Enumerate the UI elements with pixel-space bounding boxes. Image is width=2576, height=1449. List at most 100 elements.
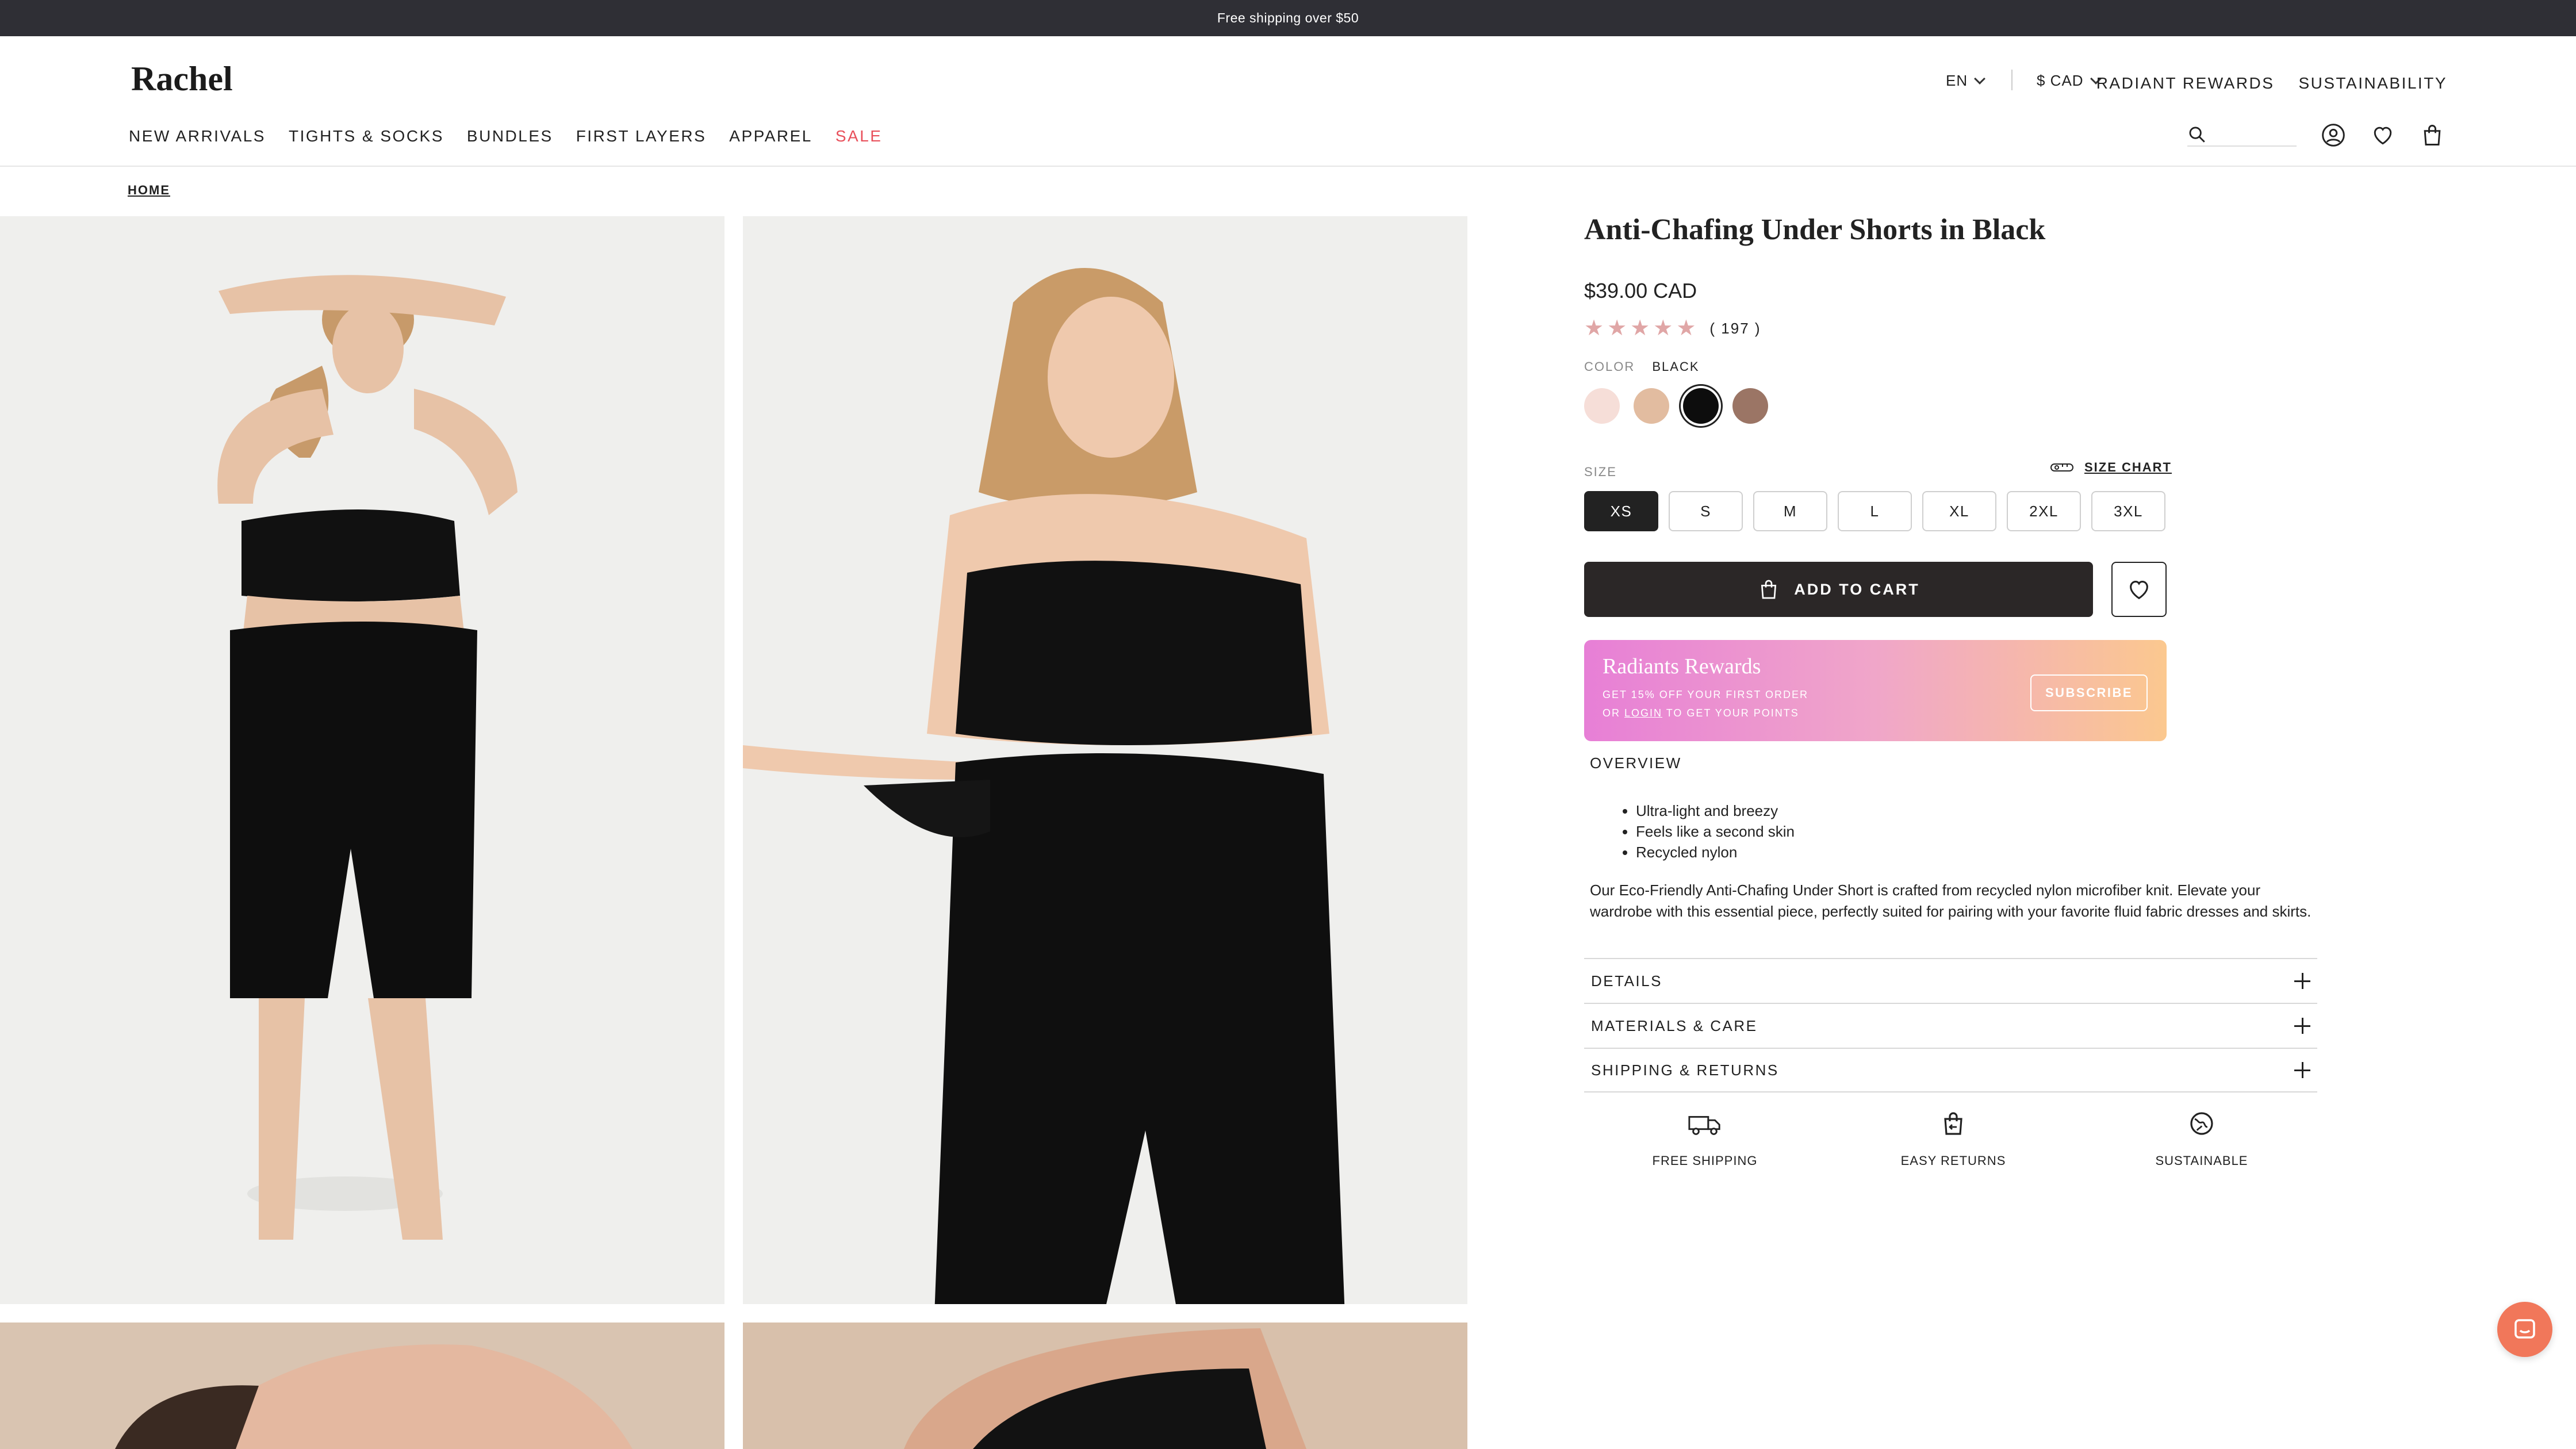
product-image-lifestyle-2[interactable] — [743, 1322, 1467, 1449]
star-icon: ★ — [1676, 316, 1696, 340]
product-image-lifestyle-1[interactable] — [0, 1322, 724, 1449]
announcement-bar: Free shipping over $50 — [0, 0, 2576, 36]
list-item: Ultra-light and breezy — [1636, 800, 1795, 821]
lifestyle-graphic — [904, 1328, 1306, 1449]
color-row: COLOR BLACK — [1584, 359, 1700, 374]
swatch-black[interactable] — [1683, 388, 1719, 424]
bag-icon[interactable] — [2418, 121, 2446, 149]
color-swatches — [1584, 388, 1768, 424]
rewards-or: OR — [1603, 707, 1620, 719]
accordion-label: MATERIALS & CARE — [1591, 1017, 1758, 1034]
rewards-login-line: OR LOGIN TO GET YOUR POINTS — [1603, 707, 1799, 719]
rewards-banner: Radiants Rewards GET 15% OFF YOUR FIRST … — [1584, 640, 2167, 741]
rewards-offer: GET 15% OFF YOUR FIRST ORDER — [1603, 689, 1809, 700]
truck-icon — [1688, 1116, 1720, 1135]
bag-icon — [1761, 580, 1777, 599]
accordion-details[interactable]: DETAILS — [1584, 958, 2317, 1003]
plus-icon — [2294, 973, 2310, 989]
brand-logo[interactable]: Rachel — [131, 59, 233, 99]
size-s[interactable]: S — [1669, 491, 1743, 531]
feature-free-shipping: FREE SHIPPING — [1630, 1110, 1780, 1168]
radiant-rewards-link[interactable]: RADIANT REWARDS — [2096, 74, 2275, 93]
site-header: Rachel EN $ CAD RADIANT REWARDS SUSTAINA… — [0, 36, 2576, 167]
heart-icon — [2130, 581, 2148, 600]
size-xl[interactable]: XL — [1922, 491, 1996, 531]
swatch-mocha[interactable] — [1732, 388, 1768, 424]
sustainability-link[interactable]: SUSTAINABILITY — [2298, 74, 2447, 93]
announcement-text: Free shipping over $50 — [1217, 10, 1359, 25]
product-price: $39.00 CAD — [1584, 279, 1697, 302]
chevron-down-icon — [1974, 72, 1986, 85]
size-chart-link[interactable]: SIZE CHART — [2050, 460, 2172, 475]
feature-bullets: Ultra-light and breezy Feels like a seco… — [1636, 800, 1795, 862]
search-field[interactable] — [2187, 124, 2297, 147]
rating[interactable]: ★ ★ ★ ★ ★ ( 197 ) — [1584, 317, 1761, 339]
login-link[interactable]: LOGIN — [1624, 707, 1662, 719]
bag-return-icon — [1944, 1112, 1962, 1135]
star-icon: ★ — [1607, 316, 1627, 340]
accordion-label: SHIPPING & RETURNS — [1591, 1061, 1779, 1079]
accordion-label: DETAILS — [1591, 972, 1662, 990]
product-image-front[interactable] — [0, 216, 724, 1304]
star-icon: ★ — [1584, 316, 1604, 340]
header-icons — [2320, 121, 2446, 149]
wishlist-button[interactable] — [2111, 562, 2167, 617]
ruler-icon — [2050, 463, 2073, 471]
size-options: XS S M L XL 2XL 3XL — [1584, 491, 2165, 531]
breadcrumb[interactable]: HOME — [128, 183, 170, 198]
main-nav: NEW ARRIVALS TIGHTS & SOCKS BUNDLES FIRS… — [129, 127, 882, 145]
currency-selector[interactable]: $ CAD — [2037, 72, 2102, 90]
plus-icon — [2294, 1062, 2310, 1078]
review-count[interactable]: ( 197 ) — [1709, 320, 1761, 338]
nav-apparel[interactable]: APPAREL — [729, 127, 812, 145]
nav-bundles[interactable]: BUNDLES — [467, 127, 553, 145]
size-3xl[interactable]: 3XL — [2091, 491, 2165, 531]
nav-first-layers[interactable]: FIRST LAYERS — [576, 127, 707, 145]
swatch-nude[interactable] — [1634, 388, 1669, 424]
model-figure — [217, 275, 518, 1240]
color-value: BLACK — [1652, 359, 1700, 374]
language-selector[interactable]: EN — [1946, 72, 1986, 90]
feature-label: FREE SHIPPING — [1652, 1153, 1758, 1168]
product-title: Anti-Chafing Under Shorts in Black — [1584, 213, 2046, 246]
divider — [2011, 70, 2012, 90]
language-label: EN — [1946, 72, 1968, 89]
list-item: Recycled nylon — [1636, 842, 1795, 862]
star-icon: ★ — [1653, 316, 1673, 340]
accordion-shipping-returns[interactable]: SHIPPING & RETURNS — [1584, 1048, 2317, 1092]
nav-new-arrivals[interactable]: NEW ARRIVALS — [129, 127, 266, 145]
add-to-cart-label: ADD TO CART — [1794, 580, 1920, 598]
feature-label: EASY RETURNS — [1900, 1153, 2006, 1168]
subscribe-button[interactable]: SUBSCRIBE — [2030, 674, 2148, 711]
plus-icon — [2294, 1018, 2310, 1034]
account-icon[interactable] — [2320, 121, 2347, 149]
size-m[interactable]: M — [1753, 491, 1827, 531]
rewards-points: TO GET YOUR POINTS — [1666, 707, 1799, 719]
globe-icon — [2190, 1112, 2213, 1135]
size-2xl[interactable]: 2XL — [2007, 491, 2081, 531]
nav-sale[interactable]: SALE — [835, 127, 883, 145]
overview-heading: OVERVIEW — [1590, 754, 1682, 772]
top-links: RADIANT REWARDS SUSTAINABILITY — [2096, 74, 2447, 93]
lifestyle-graphic — [115, 1344, 632, 1449]
model-figure — [743, 268, 1345, 1304]
nav-tights-socks[interactable]: TIGHTS & SOCKS — [289, 127, 444, 145]
currency-label: $ CAD — [2037, 72, 2084, 89]
rewards-title: Radiants Rewards — [1603, 654, 1761, 678]
size-chart-label: SIZE CHART — [2084, 460, 2172, 474]
heart-icon[interactable] — [2369, 121, 2397, 149]
add-to-cart-button[interactable]: ADD TO CART — [1584, 562, 2093, 617]
feature-sustainable: SUSTAINABLE — [2127, 1110, 2276, 1168]
accordion-materials-care[interactable]: MATERIALS & CARE — [1584, 1003, 2317, 1048]
star-icon: ★ — [1630, 316, 1650, 340]
product-description: Our Eco-Friendly Anti-Chafing Under Shor… — [1590, 881, 2312, 920]
feature-easy-returns: EASY RETURNS — [1879, 1110, 2028, 1168]
feature-label: SUSTAINABLE — [2155, 1153, 2248, 1168]
size-l[interactable]: L — [1838, 491, 1912, 531]
chat-button[interactable] — [2497, 1302, 2552, 1357]
size-xs[interactable]: XS — [1584, 491, 1658, 531]
product-image-waistband[interactable] — [743, 216, 1467, 1304]
swatch-blush[interactable] — [1584, 388, 1620, 424]
chat-icon — [2514, 1319, 2535, 1339]
search-icon[interactable] — [2187, 125, 2207, 144]
